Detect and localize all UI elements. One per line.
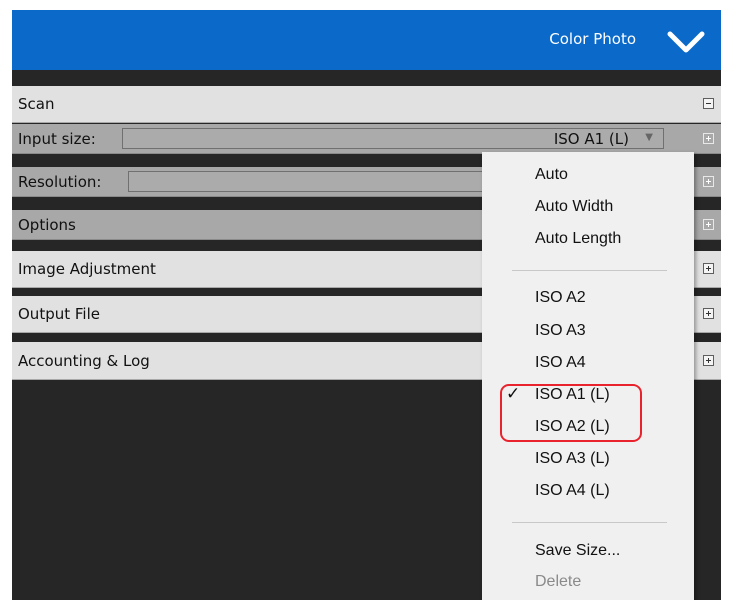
chevron-down-icon[interactable] (664, 28, 708, 58)
expand-plus-icon[interactable] (703, 132, 714, 144)
expand-plus-icon[interactable] (703, 218, 714, 230)
menu-item-iso-a4-l[interactable]: ISO A4 (L) (535, 482, 610, 500)
expand-plus-icon[interactable] (703, 354, 714, 366)
menu-item-auto-length[interactable]: Auto Length (535, 230, 621, 248)
menu-item-iso-a3-l[interactable]: ISO A3 (L) (535, 450, 610, 468)
menu-item-iso-a3[interactable]: ISO A3 (535, 322, 586, 340)
input-size-select[interactable]: ISO A1 (L) ▼ (122, 128, 664, 149)
expand-plus-icon[interactable] (703, 308, 714, 319)
menu-separator (512, 270, 667, 271)
panel-scan-label: Scan (18, 95, 55, 113)
input-size-label: Input size: (18, 129, 96, 148)
header-bar: Color Photo (12, 10, 721, 70)
highlight-annotation (500, 384, 642, 442)
menu-item-iso-a4[interactable]: ISO A4 (535, 354, 586, 372)
profile-title: Color Photo (549, 30, 636, 48)
panel-output-file-label: Output File (18, 305, 100, 323)
options-label: Options (18, 215, 76, 234)
menu-item-auto[interactable]: Auto (535, 166, 568, 184)
input-size-dropdown-menu: Auto Auto Width Auto Length ISO A2 ISO A… (482, 152, 694, 600)
menu-item-delete: Delete (535, 573, 582, 590)
panel-scan[interactable]: Scan (12, 86, 721, 123)
menu-item-auto-width[interactable]: Auto Width (535, 198, 613, 216)
menu-item-save-size[interactable]: Save Size... (535, 542, 620, 560)
input-size-row: Input size: ISO A1 (L) ▼ (12, 124, 721, 154)
collapse-minus-icon[interactable] (703, 98, 714, 109)
panel-image-adjustment-label: Image Adjustment (18, 260, 156, 278)
expand-plus-icon[interactable] (703, 263, 714, 274)
menu-item-iso-a2[interactable]: ISO A2 (535, 289, 586, 307)
input-size-value: ISO A1 (L) (553, 130, 629, 148)
header-divider (12, 70, 721, 86)
chevron-down-icon: ▼ (645, 132, 653, 143)
resolution-label: Resolution: (18, 172, 102, 191)
panel-accounting-log-label: Accounting & Log (18, 351, 150, 370)
expand-plus-icon[interactable] (703, 175, 714, 187)
menu-separator (512, 522, 667, 523)
